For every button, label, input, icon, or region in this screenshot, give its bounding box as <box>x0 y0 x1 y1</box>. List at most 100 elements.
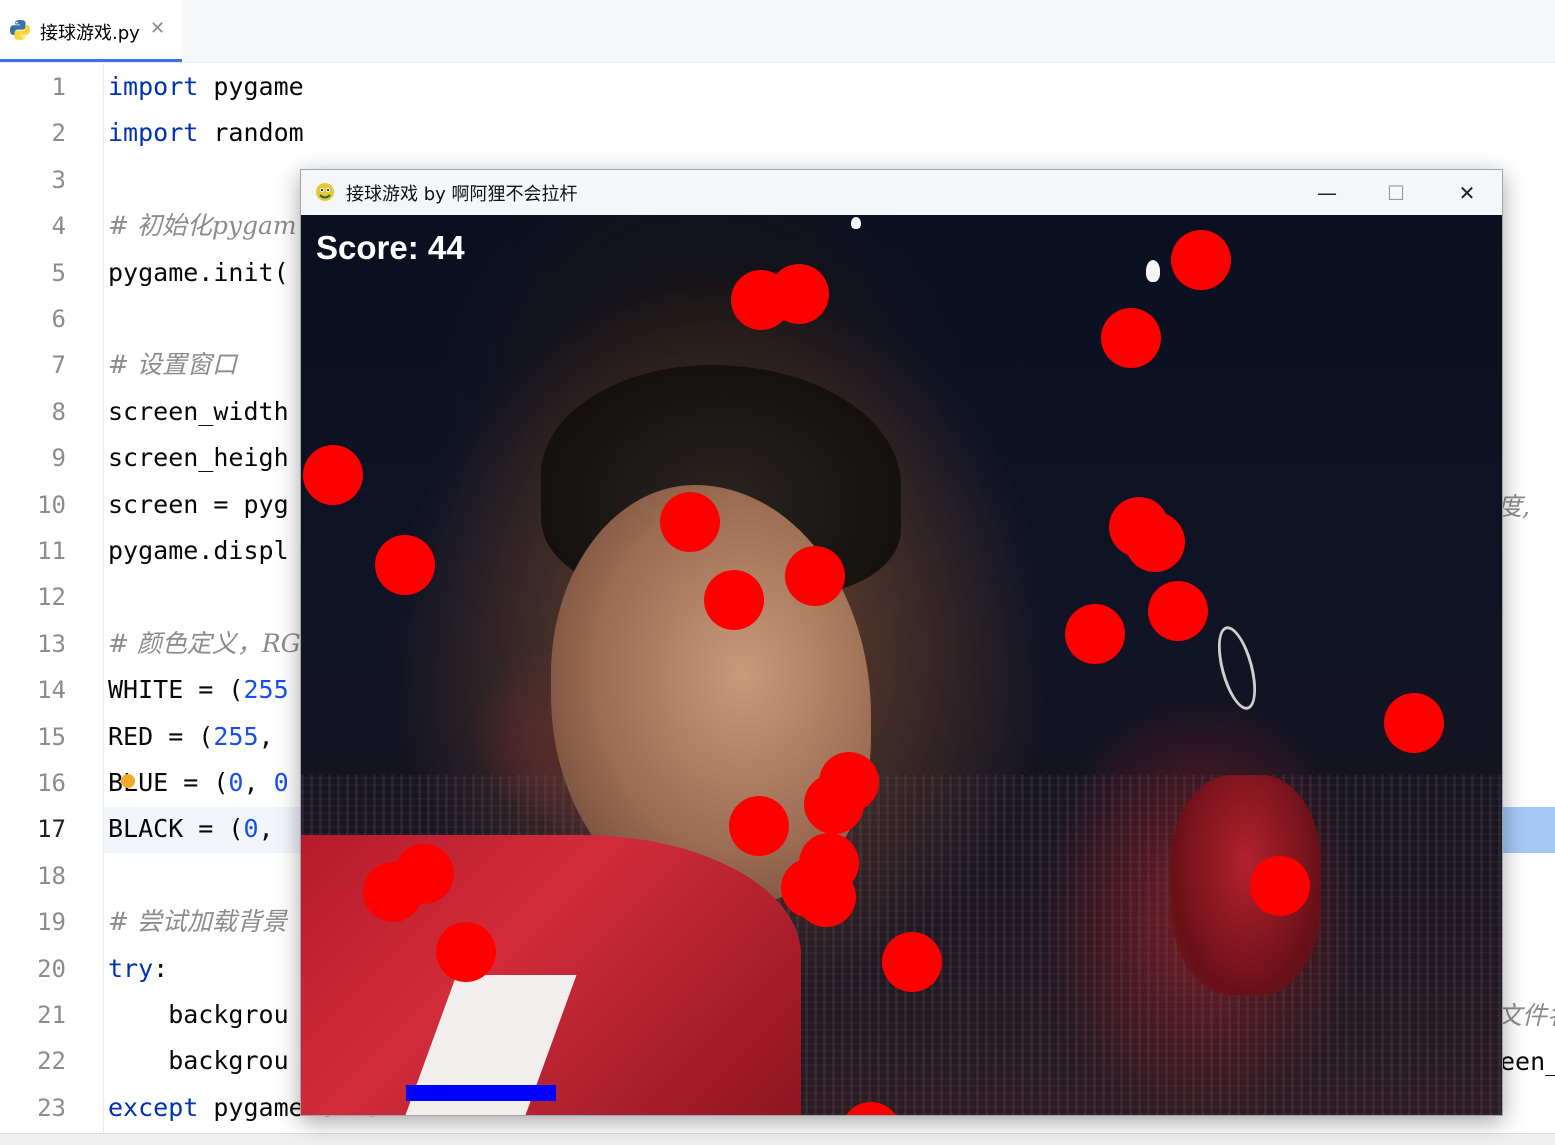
code-token: 0 <box>228 768 244 797</box>
code-token: # 尝试加载背景 <box>108 907 287 937</box>
code-line: BLACK = (0, <box>108 806 274 852</box>
code-token: : <box>153 953 169 983</box>
code-token: screen_width <box>108 396 289 426</box>
code-token: 255 <box>243 675 289 705</box>
tab-filename: 接球游戏.py <box>40 23 140 44</box>
code-token: BLACK = ( <box>108 814 244 844</box>
game-canvas[interactable]: Score: 44 <box>301 215 1502 1115</box>
minimize-button[interactable]: — <box>1293 170 1361 215</box>
red-ball <box>1125 512 1185 572</box>
red-ball <box>1065 604 1125 664</box>
code-line: BLUE = (0, 0 <box>108 760 289 806</box>
maximize-button[interactable]: ☐ <box>1362 170 1430 215</box>
line-number: 4 <box>51 212 66 241</box>
code-token: except <box>108 1092 199 1122</box>
overflow-fragment-line21: 文件名 <box>1497 1001 1555 1030</box>
line-number: 22 <box>37 1047 66 1076</box>
code-line: screen = pyg <box>108 482 289 528</box>
code-line: # 初始化pygam <box>108 203 297 249</box>
editor-tab[interactable]: 接球游戏.py ✕ <box>0 0 182 62</box>
player-paddle[interactable] <box>406 1085 556 1101</box>
background-racket <box>1210 622 1264 714</box>
red-ball <box>796 867 856 927</box>
red-ball <box>729 796 789 856</box>
code-line: # 设置窗口 <box>108 342 237 388</box>
red-ball <box>375 535 435 595</box>
code-token: 255 <box>213 721 259 751</box>
line-number: 12 <box>37 583 66 612</box>
overflow-fragment-line22: een_ <box>1500 1047 1555 1076</box>
close-button[interactable]: ✕ <box>1433 170 1501 215</box>
code-token: WHITE = ( <box>108 675 244 705</box>
python-file-icon <box>10 20 30 40</box>
line-number: 2 <box>51 119 66 148</box>
line-number: 1 <box>51 73 66 101</box>
line-number: 11 <box>37 537 66 565</box>
red-ball <box>804 774 864 834</box>
line-number: 13 <box>37 629 66 658</box>
code-token: screen = pyg <box>108 489 289 519</box>
red-ball <box>882 932 942 992</box>
code-line: pygame.init( <box>108 250 289 296</box>
code-token: , <box>243 768 274 797</box>
code-line: backgrou <box>108 992 289 1038</box>
background-shuttlecock-2 <box>851 217 861 229</box>
red-ball <box>660 492 720 552</box>
red-ball <box>1101 308 1161 368</box>
editor-tab-bar: 接球游戏.py ✕ <box>0 0 1555 63</box>
code-token: # 初始化pygam <box>108 211 297 241</box>
line-number: 15 <box>37 722 66 751</box>
game-window[interactable]: 接球游戏 by 啊阿狸不会拉杆 — ☐ ✕ Score: 44 <box>300 169 1503 1116</box>
red-ball <box>1148 581 1208 641</box>
pygame-snake-icon <box>316 183 334 201</box>
background-shuttlecock <box>1146 260 1160 282</box>
code-token: , <box>258 814 274 844</box>
line-number: 8 <box>51 397 66 426</box>
code-line: screen_width <box>108 389 289 435</box>
code-line: import random <box>108 110 304 156</box>
code-line: screen_heigh <box>108 435 289 481</box>
intention-bulb-icon[interactable] <box>121 774 135 788</box>
line-number: 23 <box>37 1093 66 1122</box>
line-number: 9 <box>51 444 66 473</box>
code-token: try <box>108 953 154 983</box>
tab-close-icon[interactable]: ✕ <box>150 18 165 39</box>
code-line: RED = (255, <box>108 714 274 760</box>
line-number: 6 <box>51 305 66 333</box>
game-window-titlebar[interactable]: 接球游戏 by 啊阿狸不会拉杆 — ☐ ✕ <box>301 170 1502 215</box>
red-ball <box>363 862 423 922</box>
line-number: 18 <box>37 861 66 890</box>
code-token: # 设置窗口 <box>108 350 237 380</box>
red-ball <box>303 445 363 505</box>
code-token: pygame.init( <box>108 257 289 287</box>
code-line: backgrou <box>108 1038 288 1084</box>
code-token: import <box>108 72 199 101</box>
code-token: backgrou <box>108 1000 289 1029</box>
code-line: try: <box>108 946 168 992</box>
line-number: 7 <box>51 351 66 380</box>
red-ball <box>1250 856 1310 916</box>
line-number: 21 <box>37 1001 66 1029</box>
code-token: pygame <box>198 72 304 101</box>
code-token: 0 <box>243 814 259 844</box>
score-display: Score: 44 <box>316 229 465 266</box>
code-token: , <box>258 721 274 751</box>
code-line: pygame.displ <box>108 528 289 574</box>
code-line: # 尝试加载背景 <box>108 899 287 945</box>
code-token: RED = ( <box>108 721 214 751</box>
code-line: import pygame <box>108 64 304 110</box>
code-token: screen_heigh <box>108 443 289 473</box>
code-token: pygame.displ <box>108 536 289 565</box>
red-ball <box>704 570 764 630</box>
game-window-title: 接球游戏 by 啊阿狸不会拉杆 <box>346 184 578 205</box>
line-number: 5 <box>51 258 66 287</box>
selection-highlight <box>1500 807 1555 853</box>
line-number-gutter: 1 2 3 4 5 6 7 8 9 10 11 12 13 14 15 16 17 18 19 20 21 22 23 <box>0 63 104 1133</box>
code-token: 0 <box>273 768 289 797</box>
red-ball <box>1384 693 1444 753</box>
line-number: 19 <box>37 908 66 937</box>
code-token: import <box>108 118 199 148</box>
red-ball <box>785 546 845 606</box>
red-ball <box>769 264 829 324</box>
line-number: 17 <box>37 815 66 844</box>
